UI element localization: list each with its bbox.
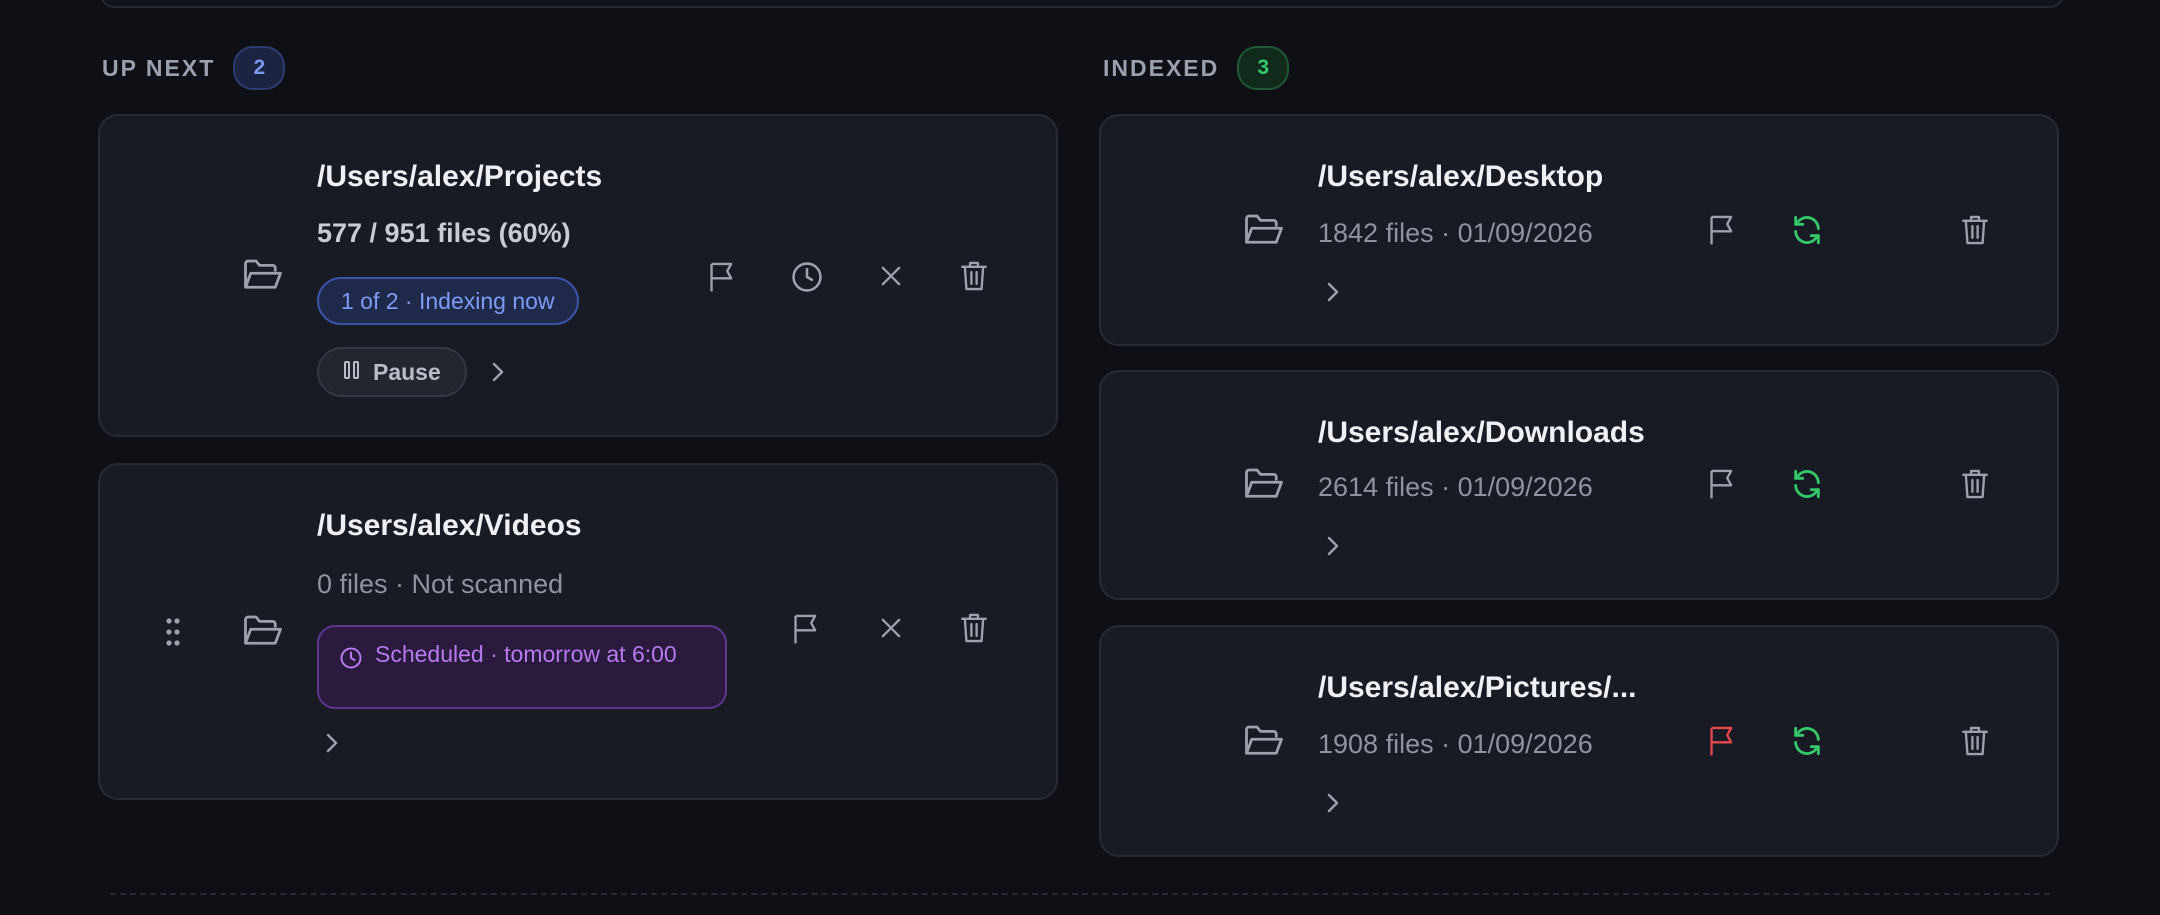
file-meta: 1842 files · 01/09/2026 xyxy=(1318,218,1593,248)
scheduled-text: Scheduled · tomorrow at 6:00 xyxy=(375,641,677,667)
folder-open-icon xyxy=(1243,466,1285,502)
chevron-right-icon[interactable] xyxy=(1322,790,1344,816)
chevron-right-icon[interactable] xyxy=(321,730,343,756)
drag-handle-icon[interactable] xyxy=(165,617,181,647)
close-icon[interactable] xyxy=(877,614,905,642)
folder-path: /Users/alex/Pictures/... xyxy=(1318,671,1637,704)
queue-card-videos: /Users/alex/Videos 0 files · Not scanned… xyxy=(98,463,1058,800)
flag-icon[interactable] xyxy=(790,612,822,646)
trash-icon[interactable] xyxy=(1960,724,1990,758)
flag-icon[interactable] xyxy=(1706,724,1738,758)
chevron-right-icon[interactable] xyxy=(1322,279,1344,305)
pause-icon xyxy=(343,359,361,386)
close-icon[interactable] xyxy=(877,262,905,290)
folder-path: /Users/alex/Videos xyxy=(317,509,582,542)
indexed-count-badge: 3 xyxy=(1237,46,1290,90)
folder-open-icon xyxy=(242,613,284,649)
trash-icon[interactable] xyxy=(1960,467,1990,501)
flag-icon[interactable] xyxy=(706,260,738,294)
indexed-card-desktop: /Users/alex/Desktop 1842 files · 01/09/2… xyxy=(1099,114,2059,346)
file-meta: 1908 files · 01/09/2026 xyxy=(1318,729,1593,759)
folder-open-icon xyxy=(1243,212,1285,248)
folder-path: /Users/alex/Desktop xyxy=(1318,160,1604,193)
refresh-icon[interactable] xyxy=(1790,724,1824,758)
file-meta: 2614 files · 01/09/2026 xyxy=(1318,472,1593,502)
clock-icon xyxy=(339,645,363,680)
refresh-icon[interactable] xyxy=(1790,467,1824,501)
chevron-right-icon[interactable] xyxy=(487,359,509,385)
progress-text: 577 / 951 files (60%) xyxy=(317,218,571,248)
pause-button[interactable]: Pause xyxy=(317,347,467,397)
trash-icon[interactable] xyxy=(959,611,989,645)
pause-label: Pause xyxy=(373,358,441,385)
up-next-count-badge: 2 xyxy=(233,46,286,90)
indexing-status-pill: 1 of 2 · Indexing now xyxy=(317,277,579,325)
flag-icon[interactable] xyxy=(1706,467,1738,501)
flag-icon[interactable] xyxy=(1706,213,1738,247)
scheduled-badge: Scheduled · tomorrow at 6:00 xyxy=(317,625,727,709)
file-meta: 0 files · Not scanned xyxy=(317,569,564,599)
folder-open-icon xyxy=(242,257,284,293)
folder-open-icon xyxy=(1243,723,1285,759)
trash-icon[interactable] xyxy=(959,259,989,293)
folder-path: /Users/alex/Projects xyxy=(317,160,603,193)
folder-path: /Users/alex/Downloads xyxy=(1318,416,1645,449)
queue-card-projects: /Users/alex/Projects 577 / 951 files (60… xyxy=(98,114,1058,437)
chevron-right-icon[interactable] xyxy=(1322,533,1344,559)
indexed-header: INDEXED 3 xyxy=(1103,46,1290,90)
indexed-title: INDEXED xyxy=(1103,54,1220,81)
clock-icon[interactable] xyxy=(790,260,824,294)
up-next-header: UP NEXT 2 xyxy=(102,46,286,90)
up-next-title: UP NEXT xyxy=(102,54,216,81)
indexed-card-downloads: /Users/alex/Downloads 2614 files · 01/09… xyxy=(1099,370,2059,600)
trash-icon[interactable] xyxy=(1960,213,1990,247)
indexed-card-pictures: /Users/alex/Pictures/... 1908 files · 01… xyxy=(1099,625,2059,857)
top-panel-edge xyxy=(100,0,2064,8)
refresh-icon[interactable] xyxy=(1790,213,1824,247)
bottom-panel-edge xyxy=(110,893,2050,915)
